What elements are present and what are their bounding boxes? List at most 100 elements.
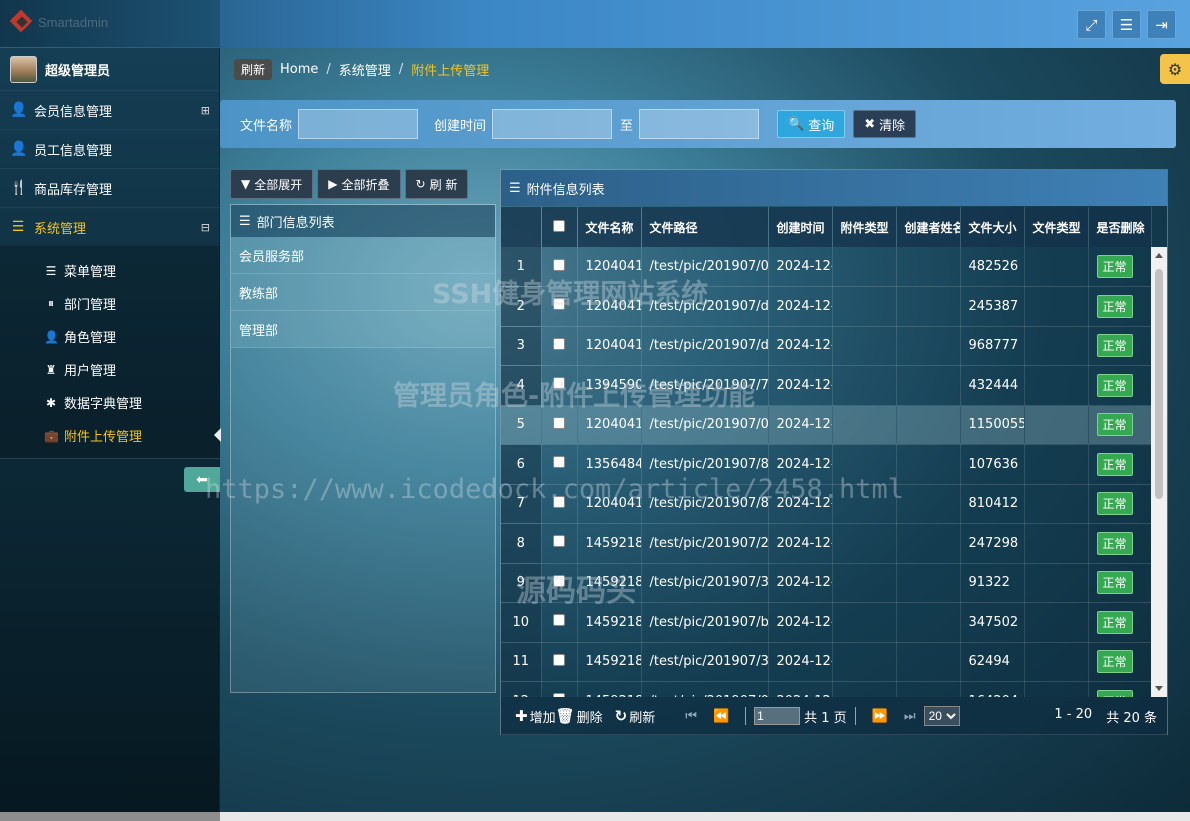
status-badge: 正常	[1096, 334, 1133, 358]
sidebar-subitem-label: 附件上传管理	[64, 430, 143, 445]
sidebar-subitem-dept[interactable]: ⏸ 部门管理	[0, 287, 220, 320]
grid-refresh-button[interactable]: ↻ 刷新	[615, 707, 656, 726]
first-page-icon[interactable]: ⏮	[685, 709, 697, 724]
row-checkbox[interactable]	[553, 258, 565, 271]
sidebar-item-member[interactable]: 👤 会员信息管理 ⊞	[0, 90, 220, 129]
row-checkbox[interactable]	[553, 495, 565, 508]
sidebar-subitem-menu[interactable]: ☰ 菜单管理	[0, 254, 220, 287]
clear-button[interactable]: ✖ 清除	[853, 110, 917, 138]
sidebar-item-system[interactable]: ☰ 系统管理 ⊟	[0, 207, 220, 246]
row-checkbox[interactable]	[553, 614, 565, 627]
page-number-input[interactable]	[754, 707, 801, 725]
last-page-icon[interactable]: ⏭	[904, 709, 916, 724]
row-number-cell: 6	[501, 444, 542, 485]
prev-page-icon[interactable]: ⏪	[713, 709, 729, 724]
fullscreen-button[interactable]: ⤢	[1077, 10, 1106, 39]
sidebar-subitem-attachment[interactable]: 💼 附件上传管理	[0, 419, 221, 452]
sidebar-item-inventory[interactable]: 🍴 商品库存管理	[0, 168, 220, 207]
page-size-select[interactable]: 20	[923, 706, 960, 726]
dept-tree-item[interactable]: 教练部	[231, 274, 495, 311]
sidebar-subitem-dict[interactable]: ✱ 数据字典管理	[0, 386, 220, 419]
delete-button[interactable]: 🗑 删除	[556, 707, 603, 726]
column-header[interactable]: 文件类型	[1024, 207, 1089, 247]
attachment-type-cell	[832, 286, 897, 327]
table-row[interactable]: 12 14592180/test/pic/201907/052024-12- 164…	[501, 681, 1152, 697]
add-button[interactable]: ✚ 增加	[515, 707, 556, 726]
grid-vertical-scrollbar[interactable]	[1151, 247, 1167, 697]
table-row[interactable]: 6 13564840/test/pic/201907/892024-12- 1076…	[501, 444, 1152, 485]
collapse-all-button[interactable]: ▶ 全部折叠	[317, 169, 401, 199]
scroll-down-icon[interactable]	[1155, 686, 1163, 691]
attachment-type-cell	[832, 563, 897, 603]
column-header[interactable]: 创建者姓名	[896, 207, 961, 247]
breadcrumb-home[interactable]: Home	[280, 62, 318, 77]
file-type-cell	[1024, 365, 1089, 406]
expand-all-button[interactable]: ▼ 全部展开	[230, 169, 314, 199]
file-type-cell	[1024, 681, 1089, 697]
sidebar-subitem-role[interactable]: 👤 角色管理	[0, 320, 220, 353]
file-path-cell: /test/pic/201907/08	[641, 405, 769, 445]
next-page-icon[interactable]: ⏩	[872, 709, 888, 724]
column-header[interactable]: 文件路径	[641, 207, 769, 247]
table-row[interactable]: 7 12040410/test/pic/201907/802024-12- 8104…	[501, 484, 1152, 524]
logout-button[interactable]: ⇥	[1147, 10, 1176, 39]
attachment-panel-title: 附件信息列表	[526, 182, 605, 198]
logo[interactable]: Smartadmin	[10, 10, 108, 34]
table-row[interactable]: 4 13945900/test/pic/201907/702024-12- 4324…	[501, 365, 1152, 406]
table-row[interactable]: 8 14592180/test/pic/201907/252024-12- 2472…	[501, 523, 1152, 564]
column-header[interactable]: 附件类型	[832, 207, 897, 247]
refresh-icon: ↻	[614, 707, 628, 725]
breadcrumb-section[interactable]: 系统管理	[339, 60, 391, 79]
menu-button[interactable]: ☰	[1112, 10, 1141, 39]
table-row[interactable]: 2 12040410/test/pic/201907/db2024-12- 2453…	[501, 286, 1152, 327]
table-row[interactable]: 9 14592180/test/pic/201907/372024-12- 9132…	[501, 563, 1152, 603]
file-name-input[interactable]	[298, 109, 419, 139]
row-checkbox[interactable]	[553, 456, 565, 469]
close-icon: ✖	[864, 116, 876, 132]
created-time-cell: 2024-12-	[768, 365, 833, 406]
created-time-cell: 2024-12-	[768, 444, 833, 485]
scroll-thumb[interactable]	[1155, 269, 1163, 499]
created-start-input[interactable]	[492, 109, 613, 139]
created-end-input[interactable]	[639, 109, 760, 139]
query-button-label: 查询	[808, 118, 835, 134]
creator-name-cell	[896, 247, 961, 287]
creator-name-cell	[896, 405, 961, 445]
created-time-label: 创建时间	[434, 118, 487, 134]
table-row[interactable]: 1 12040410/test/pic/201907/0e2024-12- 4825…	[501, 247, 1152, 287]
column-header[interactable]: 是否删除	[1088, 207, 1152, 247]
row-number-cell: 11	[501, 642, 542, 682]
scroll-up-icon[interactable]	[1155, 253, 1163, 258]
select-all-header	[541, 207, 578, 247]
row-checkbox[interactable]	[553, 298, 565, 311]
table-row[interactable]: 5 12040410/test/pic/201907/082024-12- 1150…	[501, 405, 1152, 445]
row-checkbox-cell	[541, 484, 578, 524]
select-all-checkbox[interactable]	[553, 219, 565, 232]
table-row[interactable]: 10 14592180/test/pic/201907/bd2024-12- 347…	[501, 602, 1152, 643]
sidebar-collapse-button[interactable]: ⬅	[184, 467, 220, 492]
row-checkbox-cell	[541, 365, 578, 406]
row-checkbox[interactable]	[553, 653, 565, 666]
column-header[interactable]: 文件大小	[960, 207, 1025, 247]
file-type-cell	[1024, 484, 1089, 524]
user-info[interactable]: 超级管理员	[10, 56, 110, 83]
list-icon: ☰	[509, 180, 521, 196]
column-header[interactable]: 文件名称	[577, 207, 642, 247]
table-row[interactable]: 3 12040410/test/pic/201907/dd2024-12- 9687…	[501, 326, 1152, 366]
table-row[interactable]: 11 14592180/test/pic/201907/3e2024-12- 624…	[501, 642, 1152, 682]
row-checkbox[interactable]	[553, 377, 565, 390]
sidebar-item-staff[interactable]: 👤 员工信息管理	[0, 129, 220, 168]
column-header[interactable]: 创建时间	[768, 207, 833, 247]
row-checkbox[interactable]	[553, 416, 565, 429]
query-button[interactable]: 🔍 查询	[777, 110, 846, 138]
settings-button[interactable]: ⚙	[1160, 54, 1190, 84]
sidebar-subitem-user[interactable]: ♜ 用户管理	[0, 353, 220, 386]
dept-refresh-button[interactable]: ↻ 刷 新	[404, 169, 469, 199]
row-checkbox[interactable]	[553, 535, 565, 548]
refresh-tab-button[interactable]: 刷新	[234, 59, 273, 80]
dept-tree-item[interactable]: 会员服务部	[231, 237, 495, 274]
horizontal-scrollbar[interactable]	[0, 812, 1190, 821]
row-checkbox[interactable]	[553, 337, 565, 350]
dept-tree-item[interactable]: 管理部	[231, 311, 495, 348]
row-checkbox[interactable]	[553, 574, 565, 587]
